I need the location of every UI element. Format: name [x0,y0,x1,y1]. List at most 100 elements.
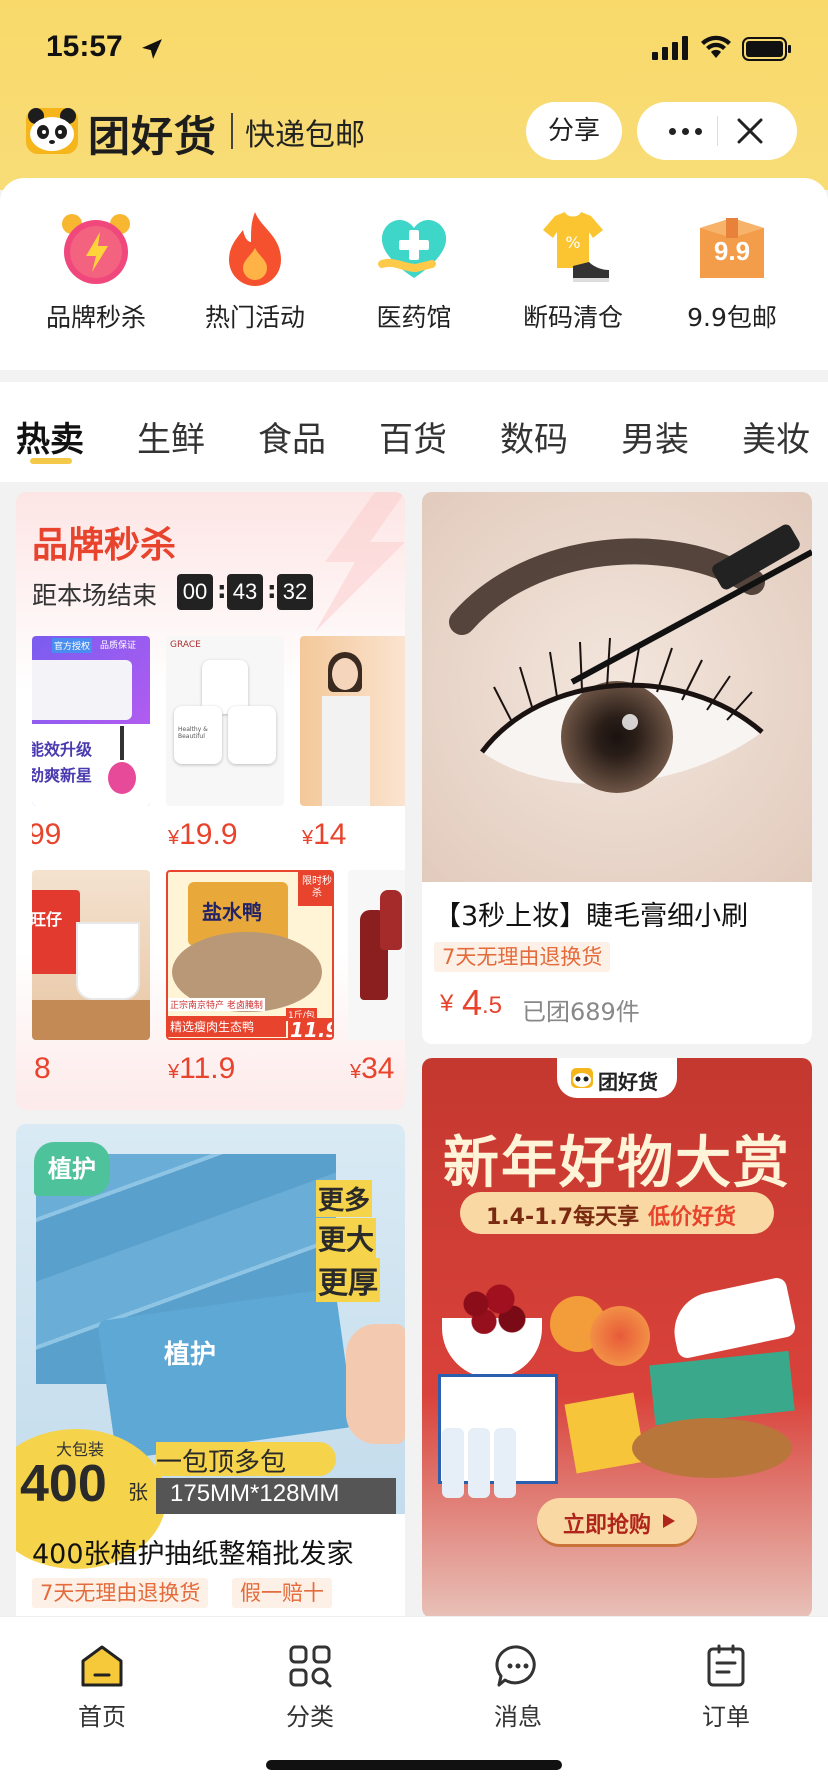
quick-entry-label: 9.9包邮 [687,303,777,332]
thumb-text: 盐水鸭 [202,900,262,924]
flash-sale-item-aircon[interactable]: 官方授权 品质保证 能效升级 劲爽新星 99 [32,636,150,851]
flash-sale-card[interactable]: 品牌秒杀 距本场结束 00 : 43 : 32 官方授权 品质保证 能效升级 劲… [16,492,405,1110]
quick-entry-pharmacy[interactable]: 医药馆 [334,208,494,334]
flash-sale-item-salted-duck[interactable]: 盐水鸭 限时秒杀 正宗南京特产 老卤腌制 精选瘦肉生态鸭 1斤/包 11.9 ¥… [166,870,334,1085]
cherries-shape [452,1284,532,1334]
countdown-seconds: 32 [277,574,313,610]
flash-sale-item-milk[interactable]: 旺仔 8 [32,870,150,1085]
grab-now-button[interactable]: 立即抢购 [537,1498,697,1544]
slogan-line: 更多 [316,1180,373,1217]
chat-bubble-icon [495,1645,536,1687]
tab-hot[interactable]: 热卖 [16,412,84,461]
banner-logo-text: 团好货 [598,1070,658,1094]
quick-entry-clearance[interactable]: % 断码清仓 [493,208,653,334]
tab-fresh[interactable]: 生鲜 [137,412,205,461]
tabbar-orders[interactable]: 订单 [666,1629,786,1732]
tab-digital[interactable]: 数码 [500,412,568,461]
close-icon[interactable] [735,116,765,146]
quick-entry-label: 热门活动 [204,303,305,332]
thumb-text: 劲爽新星 [32,766,93,785]
wifi-icon [701,35,731,58]
flash-sale-item-cotton-towel[interactable]: GRACE Healthy & Beautiful ¥19.9 [166,636,284,851]
home-indicator [266,1760,562,1770]
product-card-tissue[interactable]: 植护 植护 更多 更大 更厚 大包装 400 张 一包顶多包 175MM*128… [16,1124,405,1624]
decorative-lightning-icon [315,492,405,632]
tabbar-messages[interactable]: 消息 [458,1629,578,1732]
flash-sale-price: ¥34 [350,1052,395,1085]
slogan-line: 更厚 [316,1258,380,1302]
sheet-count: 400 [20,1455,107,1513]
thumb-badge: 官方授权 [52,638,93,653]
snack-pack-shape [649,1350,795,1426]
return-policy-tag: 7天无理由退换货 [32,1578,209,1608]
clipboard-icon [707,1644,745,1687]
milk-bottle-shape [468,1428,490,1498]
price-currency: ¥ [440,990,454,1017]
price-integer: 4 [462,982,483,1023]
flash-sale-price: ¥14 [302,818,347,851]
flash-sale-item-liquor[interactable]: ¥34 [348,870,405,1085]
quick-entry-flash-sale[interactable]: 品牌秒杀 [16,208,176,334]
towel-roll-shape [228,706,276,764]
flash-sale-row: 旺仔 8 盐水鸭 限时秒杀 正宗南京特产 老卤腌制 精选瘦肉生态鸭 1斤/包 1… [32,870,405,1090]
sneaker-shape [667,1276,797,1360]
product-thumbnail: GRACE Healthy & Beautiful [166,636,284,806]
sold-count: 已团689件 [522,998,640,1026]
flash-sale-subtitle: 距本场结束 [32,581,158,610]
tab-daily-goods[interactable]: 百货 [379,412,447,461]
date-highlight: 低价好货 [648,1205,737,1230]
cta-label: 立即抢购 [563,1513,652,1538]
home-icon [81,1645,123,1687]
status-bar: 15:57 [0,0,828,100]
thumb-badge: 限时秒杀 [298,872,332,906]
countdown-minutes: 43 [227,574,263,610]
thumb-badge: 品质保证 [100,641,137,651]
product-title: 【3秒上妆】睫毛膏细小刷 [434,901,749,932]
thumb-text: 正宗南京特产 老卤腌制 [168,998,265,1011]
flash-sale-price: 99 [32,818,62,851]
blood-orange-shape [590,1306,650,1366]
new-year-banner[interactable]: 团好货 新年好物大赏 1.4-1.7每天享 低价好货 立即抢购 [422,1058,812,1618]
flash-sale-price: 8 [34,1052,51,1085]
quick-entry-9-9-shipping[interactable]: 9.9 9.9包邮 [652,208,812,334]
brand-tagline: 快递包邮 [245,118,365,153]
tab-beauty[interactable]: 美妆 [742,412,810,461]
tabbar-label: 订单 [702,1703,750,1731]
date-text: 1.4-1.7每天享 [486,1205,640,1230]
more-button[interactable] [655,102,715,160]
location-arrow-icon [142,39,162,59]
product-thumbnail [348,870,405,1040]
banner-line-1: 一包顶多包 [156,1448,287,1478]
flash-sale-price: ¥19.9 [168,818,238,851]
package-badge: 9.9 [713,236,751,266]
cellular-signal-icon [652,36,688,60]
tab-food[interactable]: 食品 [258,412,326,461]
milk-bottle-shape [494,1428,516,1498]
price-decimal: .5 [482,992,503,1019]
sheet-count-unit: 张 [128,1480,148,1504]
capsule-divider [717,116,718,146]
share-button[interactable]: 分享 [526,102,622,160]
quick-entry-hot-events[interactable]: 热门活动 [175,208,335,334]
tabbar-home[interactable]: 首页 [42,1629,162,1732]
quick-entry-label: 品牌秒杀 [45,303,146,332]
flash-sale-item-3[interactable]: ¥14 [300,636,405,851]
medical-cross-icon [378,219,447,278]
product-image-tissue: 植护 植护 更多 更大 更厚 大包装 400 张 一包顶多包 175MM*128… [16,1124,405,1569]
countdown-colon: : [267,576,277,604]
quick-entry-bar: 品牌秒杀 热门活动 医药馆 % 断码清仓 9.9 9.9包邮 [0,178,828,370]
product-thumbnail: 旺仔 [32,870,150,1040]
flame-icon [229,212,281,286]
play-arrow-icon [663,1514,675,1528]
panda-logo-icon [571,1068,593,1088]
tab-menswear[interactable]: 男装 [621,412,689,461]
banner-line-2: 175MM*128MM [170,1480,340,1507]
thumb-text: 精选瘦肉生态鸭 [168,1016,286,1037]
pack-brand-text: 植护 [164,1340,217,1370]
product-card-mascara[interactable]: 【3秒上妆】睫毛膏细小刷 7天无理由退换货 ¥ 4 .5 已团689件 [422,492,812,1044]
app-header: 15:57 团好货 快递包邮 分享 [0,0,828,190]
tabbar-category[interactable]: 分类 [250,1629,370,1732]
product-title: 400张植护抽纸整箱批发家 [32,1539,354,1570]
brand-divider [231,113,233,149]
brand-logo-badge: 植护 [34,1142,110,1196]
